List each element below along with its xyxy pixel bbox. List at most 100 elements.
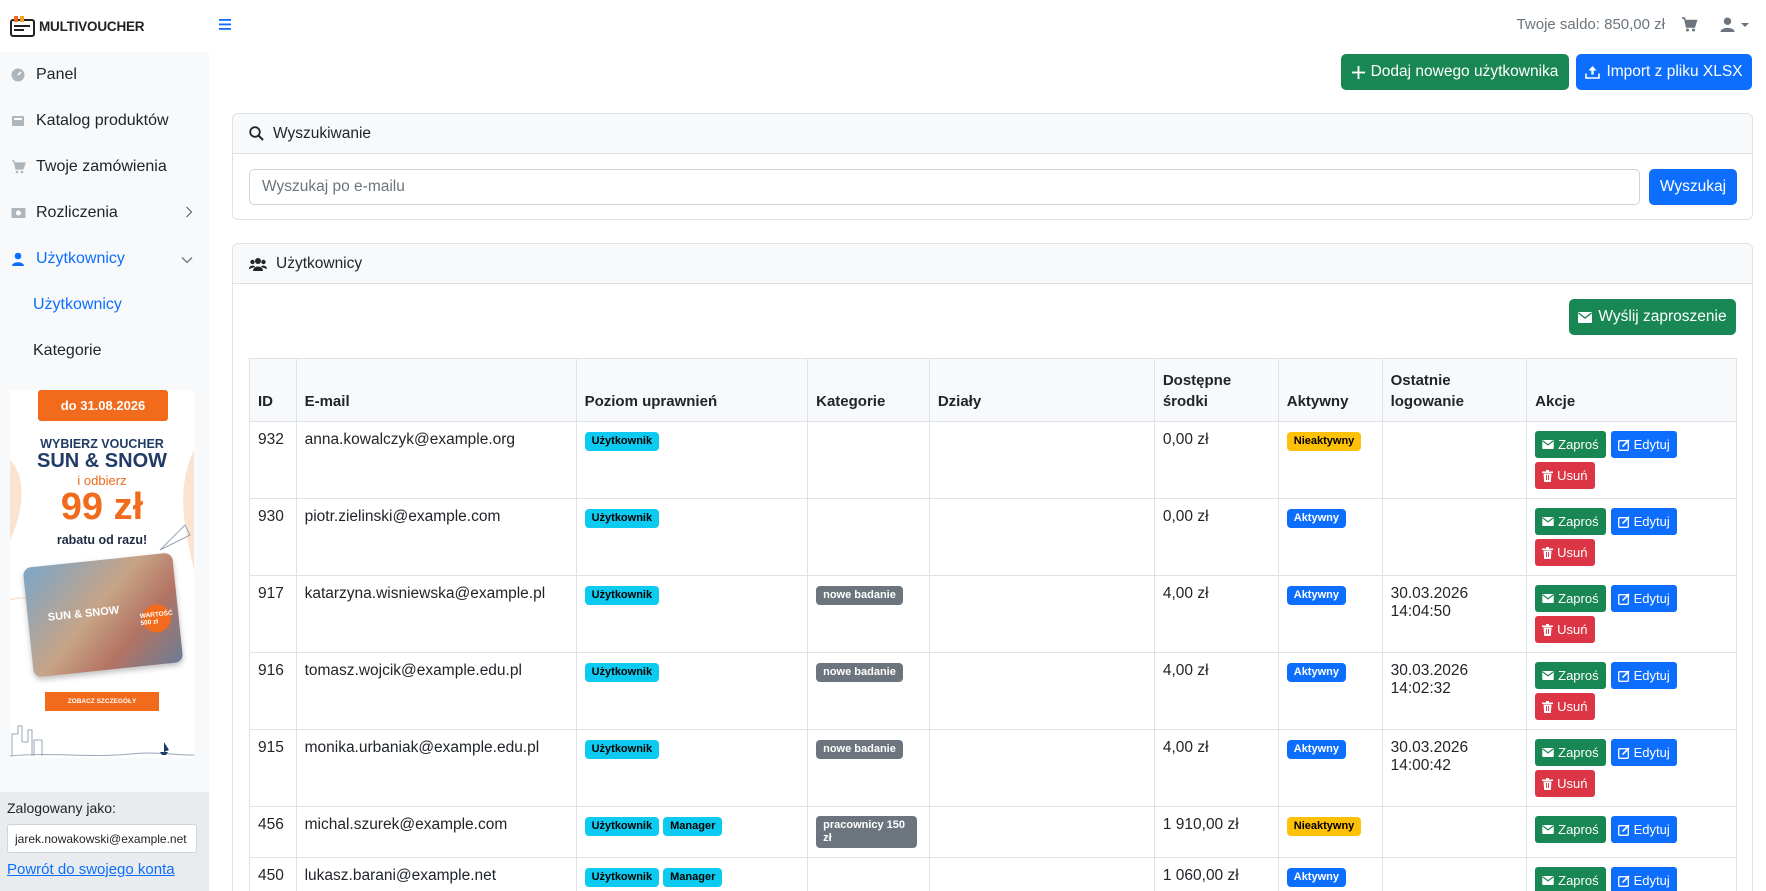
edit-icon bbox=[1617, 823, 1630, 836]
edit-label: Edytuj bbox=[1633, 668, 1670, 683]
user-email: anna.kowalczyk@example.org bbox=[304, 431, 516, 448]
envelope-icon bbox=[1542, 671, 1554, 680]
promo-card-text: SUN & SNOW bbox=[47, 604, 120, 624]
sidebar-item-panel[interactable]: Panel bbox=[0, 52, 209, 98]
promo-heading: WYBIERZ VOUCHER bbox=[40, 437, 164, 451]
cell-categories: nowe badanie bbox=[807, 729, 930, 807]
edit-icon bbox=[1617, 746, 1630, 759]
cell-funds: 4,00 zł bbox=[1153, 575, 1279, 653]
envelope-icon bbox=[1542, 825, 1554, 834]
cell-funds: 1 060,00 zł bbox=[1153, 857, 1279, 891]
cell-email: katarzyna.wisniewska@example.pl bbox=[295, 575, 577, 653]
cell-active: Aktywny bbox=[1277, 652, 1383, 730]
logged-as-panel: Zalogowany jako: Powrót do swojego konta bbox=[0, 792, 209, 891]
cell-id: 456 bbox=[249, 806, 297, 858]
promo-amount: 99 zł bbox=[60, 486, 144, 528]
user-last-login: 30.03.2026 14:00:42 bbox=[1390, 739, 1469, 774]
search-button[interactable]: Wyszukaj bbox=[1649, 169, 1737, 205]
users-card: Użytkownicy Wyślij zaproszenie ID E-mail P… bbox=[232, 243, 1753, 891]
trash-icon bbox=[1542, 623, 1554, 636]
cell-roles: Użytkownik bbox=[575, 421, 809, 499]
back-to-account-link[interactable]: Powrót do swojego konta bbox=[7, 861, 202, 878]
status-badge: Aktywny bbox=[1286, 663, 1346, 682]
import-xlsx-button[interactable]: Import z pliku XLSX bbox=[1576, 54, 1752, 90]
users-table: ID E-mail Poziom uprawnień Kategorie Działy D… bbox=[249, 358, 1737, 891]
cell-departments bbox=[928, 806, 1155, 858]
people-icon bbox=[249, 257, 267, 271]
user-id: 450 bbox=[258, 867, 284, 884]
cell-departments bbox=[928, 421, 1155, 499]
sidebar-item-label: Panel bbox=[36, 66, 77, 83]
edit-user-button[interactable]: Edytuj bbox=[1610, 431, 1677, 458]
sidebar-item-orders[interactable]: Twoje zamówienia bbox=[0, 144, 209, 190]
balance-text: Twoje saldo: 850,00 zł bbox=[1516, 16, 1665, 33]
sidebar-subitem-users[interactable]: Użytkownicy bbox=[0, 282, 209, 328]
invite-user-button[interactable]: Zaproś bbox=[1535, 816, 1606, 843]
invite-user-button[interactable]: Zaproś bbox=[1535, 585, 1606, 612]
delete-label: Usuń bbox=[1557, 468, 1588, 483]
user-id: 917 bbox=[258, 585, 284, 602]
invite-label: Zaproś bbox=[1558, 591, 1599, 606]
envelope-icon bbox=[1542, 517, 1554, 526]
delete-user-button[interactable]: Usuń bbox=[1535, 616, 1595, 643]
edit-user-button[interactable]: Edytuj bbox=[1610, 867, 1677, 891]
sidebar-subitem-categories[interactable]: Kategorie bbox=[0, 328, 209, 374]
edit-user-button[interactable]: Edytuj bbox=[1610, 585, 1677, 612]
cell-roles: Użytkownik Manager bbox=[575, 857, 809, 891]
delete-user-button[interactable]: Usuń bbox=[1535, 539, 1595, 566]
delete-user-button[interactable]: Usuń bbox=[1535, 770, 1595, 797]
cell-last-login bbox=[1381, 498, 1528, 576]
delete-user-button[interactable]: Usuń bbox=[1535, 462, 1595, 489]
status-badge: Nieaktywny bbox=[1286, 817, 1362, 836]
person-icon bbox=[10, 252, 26, 266]
edit-user-button[interactable]: Edytuj bbox=[1610, 816, 1677, 843]
promo-banner[interactable]: do 31.08.2026 WYBIERZ VOUCHER SUN & SNOW… bbox=[10, 390, 194, 758]
logo[interactable]: MULTIVOUCHER bbox=[0, 0, 209, 52]
table-header-row: ID E-mail Poziom uprawnień Kategorie Działy D… bbox=[249, 358, 1737, 422]
sidebar-item-users[interactable]: Użytkownicy bbox=[0, 236, 209, 282]
search-email-input[interactable] bbox=[249, 169, 1640, 205]
delete-label: Usuń bbox=[1557, 699, 1588, 714]
column-header: Aktywny bbox=[1277, 358, 1383, 422]
edit-user-button[interactable]: Edytuj bbox=[1610, 662, 1677, 689]
cell-roles: Użytkownik bbox=[575, 498, 809, 576]
cell-active: Nieaktywny bbox=[1277, 806, 1383, 858]
envelope-icon bbox=[1542, 594, 1554, 603]
cell-active: Aktywny bbox=[1277, 729, 1383, 807]
send-invitation-label: Wyślij zaproszenie bbox=[1598, 308, 1727, 325]
logged-as-email-field[interactable] bbox=[7, 824, 197, 853]
column-header: Działy bbox=[928, 358, 1155, 422]
envelope-icon bbox=[1542, 748, 1554, 757]
user-funds: 1 910,00 zł bbox=[1162, 816, 1239, 833]
promo-cta-button[interactable]: ZOBACZ SZCZEGÓŁY bbox=[45, 692, 159, 711]
invite-label: Zaproś bbox=[1558, 745, 1599, 760]
cell-last-login: 30.03.2026 14:04:50 bbox=[1381, 575, 1528, 653]
invite-user-button[interactable]: Zaproś bbox=[1535, 431, 1606, 458]
billing-icon bbox=[10, 207, 26, 219]
table-row: 917 katarzyna.wisniewska@example.pl Użytko… bbox=[249, 575, 1737, 653]
sidebar-item-billing[interactable]: Rozliczenia bbox=[0, 190, 209, 236]
caret-down-icon bbox=[1741, 22, 1749, 27]
menu-toggle-icon[interactable] bbox=[219, 17, 231, 35]
invite-user-button[interactable]: Zaproś bbox=[1535, 508, 1606, 535]
column-header: Ostatnie logowanie bbox=[1381, 358, 1528, 422]
trash-icon bbox=[1542, 546, 1554, 559]
invite-user-button[interactable]: Zaproś bbox=[1535, 739, 1606, 766]
edit-user-button[interactable]: Edytuj bbox=[1610, 508, 1677, 535]
user-email: piotr.zielinski@example.com bbox=[304, 508, 501, 525]
table-row: 450 lukasz.barani@example.net Użytkownik Ma… bbox=[249, 857, 1737, 891]
add-user-button[interactable]: Dodaj nowego użytkownika bbox=[1341, 54, 1569, 90]
sidebar-item-catalog[interactable]: Katalog produktów bbox=[0, 98, 209, 144]
chevron-down-icon bbox=[181, 251, 193, 267]
invite-label: Zaproś bbox=[1558, 873, 1599, 888]
sidebar-item-label: Katalog produktów bbox=[36, 112, 169, 129]
invite-user-button[interactable]: Zaproś bbox=[1535, 867, 1606, 891]
send-invitation-button[interactable]: Wyślij zaproszenie bbox=[1569, 299, 1736, 335]
invite-user-button[interactable]: Zaproś bbox=[1535, 662, 1606, 689]
cart-icon[interactable] bbox=[1681, 17, 1698, 32]
delete-user-button[interactable]: Usuń bbox=[1535, 693, 1595, 720]
user-menu[interactable] bbox=[1720, 17, 1750, 32]
column-header: Dostępne środki bbox=[1153, 358, 1279, 422]
edit-user-button[interactable]: Edytuj bbox=[1610, 739, 1677, 766]
column-header: E-mail bbox=[295, 358, 577, 422]
